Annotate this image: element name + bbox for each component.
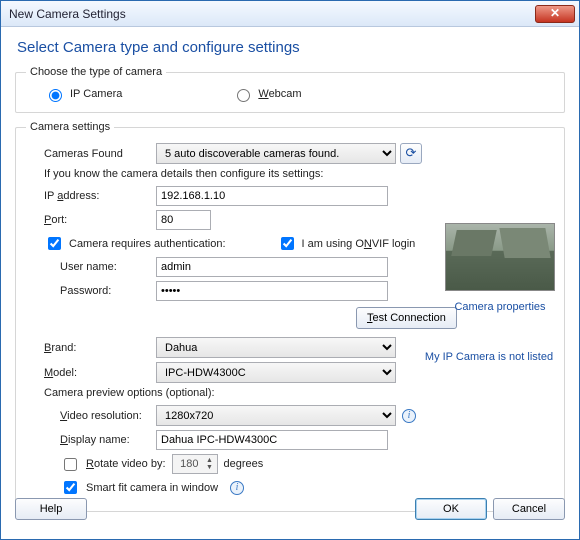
radio-ip-camera[interactable]: IP Camera [44,86,122,102]
cancel-button[interactable]: Cancel [493,498,565,520]
test-connection-button[interactable]: Test Connection [356,307,457,329]
smartfit-checkbox[interactable] [64,481,77,494]
username-label: User name: [26,261,156,273]
onvif-checkbox[interactable] [281,237,294,250]
onvif-label: I am using ONVIF login [302,238,416,250]
refresh-button[interactable]: ⟳ [400,143,422,164]
camera-properties-link[interactable]: Camera properties [445,301,555,313]
camera-type-legend: Choose the type of camera [26,66,166,78]
radio-webcam[interactable]: Webcam [232,86,301,102]
ok-button[interactable]: OK [415,498,487,520]
camera-preview-thumbnail [445,223,555,291]
display-name-label: Display name: [26,434,156,446]
info-icon[interactable]: i [402,409,416,423]
spinner-arrows-icon[interactable]: ▲▼ [203,457,217,471]
auth-label: Camera requires authentication: [69,238,226,250]
username-input[interactable] [156,257,388,277]
display-name-input[interactable] [156,430,388,450]
smartfit-label: Smart fit camera in window [86,482,218,494]
port-input[interactable] [156,210,211,230]
camera-type-group: Choose the type of camera IP Camera Webc… [15,66,565,113]
rotate-spinner[interactable]: ▲▼ [172,454,218,474]
model-select[interactable]: IPC-HDW4300C [156,362,396,383]
model-label: Model: [26,367,156,379]
radio-ip-camera-input[interactable] [49,89,62,102]
config-hint: If you know the camera details then conf… [26,168,554,180]
cameras-found-label: Cameras Found [26,148,156,160]
page-heading: Select Camera type and configure setting… [17,39,565,56]
refresh-icon: ⟳ [406,145,417,160]
camera-settings-legend: Camera settings [26,121,114,133]
window-title: New Camera Settings [9,7,126,21]
help-button[interactable]: Help [15,498,87,520]
info-icon-2[interactable]: i [230,481,244,495]
close-button[interactable]: ✕ [535,5,575,23]
rotate-suffix: degrees [224,458,264,470]
password-input[interactable] [156,281,388,301]
rotate-checkbox[interactable] [64,458,77,471]
video-res-label: Video resolution: [26,410,156,422]
ip-address-label: IP address: [26,190,156,202]
not-listed-link[interactable]: My IP Camera is not listed [423,351,555,363]
port-label: Port: [26,214,156,226]
radio-webcam-input[interactable] [237,89,250,102]
ip-address-input[interactable] [156,186,388,206]
rotate-label: Rotate video by: [86,458,166,470]
radio-webcam-label: Webcam [258,88,301,100]
brand-label: Brand: [26,342,156,354]
password-label: Password: [26,285,156,297]
video-res-select[interactable]: 1280x720 [156,405,396,426]
rotate-value-input[interactable] [173,455,203,473]
cameras-found-select[interactable]: 5 auto discoverable cameras found. [156,143,396,164]
preview-heading: Camera preview options (optional): [26,387,554,399]
brand-select[interactable]: Dahua [156,337,396,358]
auth-checkbox[interactable] [48,237,61,250]
title-bar: New Camera Settings ✕ [1,1,579,27]
